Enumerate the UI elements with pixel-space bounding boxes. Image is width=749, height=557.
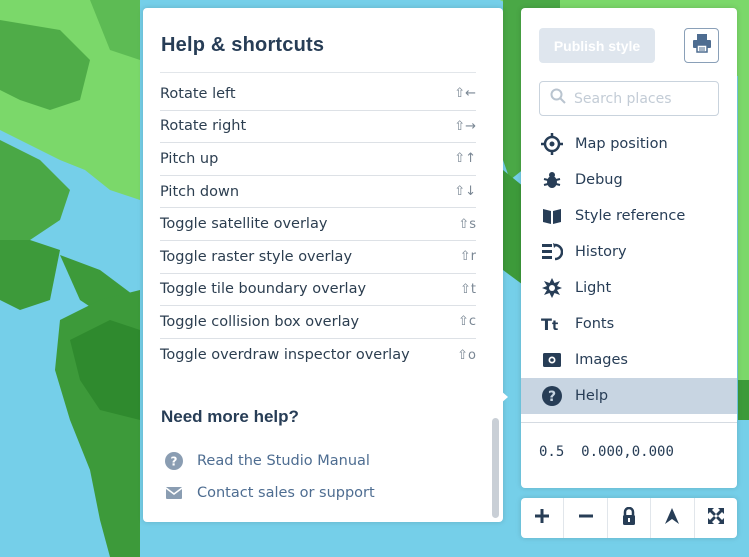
sidebar-item-light[interactable]: Light (521, 270, 737, 306)
shortcut-label: Toggle satellite overlay (160, 216, 328, 233)
shortcut-row: Toggle collision box overlay ⇧c (160, 306, 476, 339)
sidebar-item-style-reference[interactable]: Style reference (521, 198, 737, 234)
shortcut-row: Toggle overdraw inspector overlay ⇧o (160, 339, 476, 372)
scrollbar[interactable] (492, 418, 499, 518)
menu-label: Map position (575, 136, 668, 152)
shortcut-keys: ⇧s (458, 216, 476, 232)
zoom-level: 0.5 (539, 444, 565, 460)
menu-label: History (575, 244, 627, 260)
svg-text:t: t (552, 319, 558, 333)
zoom-out-icon (578, 508, 594, 529)
bug-icon (541, 169, 563, 191)
shortcut-label: Rotate right (160, 118, 247, 135)
shortcut-label: Toggle collision box overlay (160, 313, 360, 330)
shortcut-row: Toggle satellite overlay ⇧s (160, 208, 476, 241)
zoom-in-button[interactable] (521, 498, 565, 538)
search-box[interactable] (539, 81, 719, 116)
shortcut-row: Pitch up ⇧↑ (160, 143, 476, 176)
studio-manual-link[interactable]: ? Read the Studio Manual (165, 452, 370, 470)
compass-icon (664, 507, 680, 530)
shortcut-list: Rotate left ⇧← Rotate right ⇧→ Pitch up … (160, 78, 476, 371)
envelope-icon (165, 484, 183, 502)
shortcut-keys: ⇧← (454, 86, 476, 102)
book-icon (541, 205, 563, 227)
sidebar-item-history[interactable]: History (521, 234, 737, 270)
shortcut-row: Rotate left ⇧← (160, 78, 476, 111)
svg-text:?: ? (171, 455, 178, 469)
shortcut-row: Toggle tile boundary overlay ⇧t (160, 274, 476, 307)
sun-icon (541, 277, 563, 299)
sidebar-toolbar: Publish style Map position (521, 8, 737, 488)
shortcut-label: Toggle tile boundary overlay (160, 281, 367, 298)
map-controls (521, 498, 737, 538)
history-icon (541, 241, 563, 263)
shortcut-label: Pitch up (160, 150, 219, 167)
shortcut-keys: ⇧r (459, 249, 476, 265)
font-icon: Tt (541, 313, 563, 335)
shortcut-keys: ⇧→ (454, 118, 476, 134)
print-button[interactable] (684, 28, 719, 63)
shortcut-keys: ⇧↓ (454, 184, 476, 200)
menu-label: Fonts (575, 316, 615, 332)
shortcut-row: Pitch down ⇧↓ (160, 176, 476, 209)
menu-label: Style reference (575, 208, 686, 224)
search-input[interactable] (574, 90, 714, 107)
link-label: Contact sales or support (197, 485, 375, 501)
lat-lng: 0.000,0.000 (581, 444, 674, 460)
shortcut-keys: ⇧↑ (454, 151, 476, 167)
link-label: Read the Studio Manual (197, 453, 370, 469)
lock-button[interactable] (608, 498, 652, 538)
help-title: Help & shortcuts (161, 34, 325, 56)
zoom-out-button[interactable] (564, 498, 608, 538)
question-icon: ? (165, 452, 183, 470)
panel-caret (500, 390, 508, 404)
zoom-in-icon (534, 508, 550, 529)
print-icon (692, 33, 712, 58)
shortcut-label: Rotate left (160, 85, 236, 102)
image-icon (541, 349, 563, 371)
shortcut-keys: ⇧c (457, 314, 476, 330)
menu-label: Images (575, 352, 628, 368)
compass-button[interactable] (651, 498, 695, 538)
shortcut-row: Toggle raster style overlay ⇧r (160, 241, 476, 274)
crosshair-icon (541, 133, 563, 155)
menu-label: Help (575, 388, 609, 404)
fullscreen-button[interactable] (695, 498, 737, 538)
sidebar-item-fonts[interactable]: Tt Fonts (521, 306, 737, 342)
shortcut-label: Pitch down (160, 183, 240, 200)
sidebar-item-images[interactable]: Images (521, 342, 737, 378)
shortcut-label: Toggle overdraw inspector overlay (160, 347, 410, 364)
svg-text:?: ? (548, 389, 556, 405)
divider (160, 72, 476, 73)
menu-label: Debug (575, 172, 623, 188)
shortcut-label: Toggle raster style overlay (160, 248, 353, 265)
shortcut-keys: ⇧o (457, 347, 476, 363)
fullscreen-icon (707, 507, 725, 530)
help-panel: Help & shortcuts Rotate left ⇧← Rotate r… (143, 8, 503, 522)
shortcut-keys: ⇧t (460, 281, 476, 297)
sidebar-menu: Map position Debug Style reference Histo… (521, 126, 737, 414)
shortcut-row: Rotate right ⇧→ (160, 111, 476, 144)
coordinates-readout: 0.5 0.000,0.000 (539, 444, 674, 460)
divider (521, 422, 737, 423)
sidebar-item-debug[interactable]: Debug (521, 162, 737, 198)
svg-text:T: T (541, 315, 552, 333)
help-icon: ? (541, 385, 563, 407)
sidebar-item-help[interactable]: ? Help (521, 378, 737, 414)
menu-label: Light (575, 280, 612, 296)
search-icon (550, 88, 566, 109)
publish-style-button[interactable]: Publish style (539, 28, 655, 63)
sidebar-item-map-position[interactable]: Map position (521, 126, 737, 162)
need-more-help-heading: Need more help? (161, 407, 299, 426)
lock-icon (621, 506, 637, 530)
contact-support-link[interactable]: Contact sales or support (165, 484, 375, 502)
